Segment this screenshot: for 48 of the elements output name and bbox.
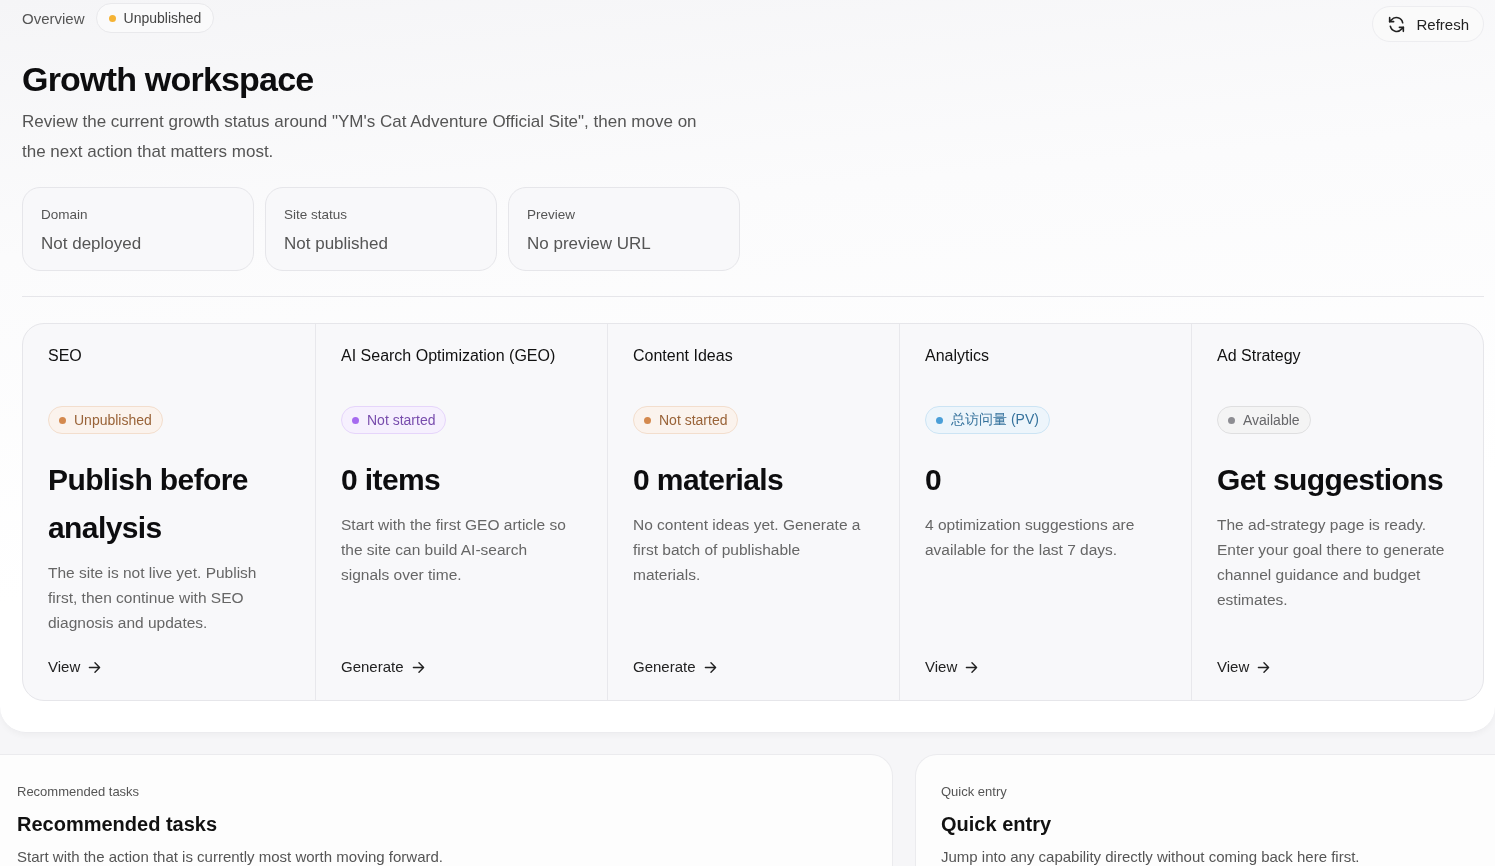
info-label: Domain <box>41 206 88 224</box>
module-title: AI Search Optimization (GEO) <box>341 346 557 366</box>
module-headline: 0 items <box>341 462 442 498</box>
info-label: Site status <box>284 206 348 224</box>
info-label: Preview <box>527 206 575 224</box>
module-description: The site is not live yet. Publish first, then continue with SEO diagnosis and updates. <box>48 563 258 633</box>
module-description: The ad-strategy page is ready. Enter your goal there to generate channel guidance and budget estimates. <box>1217 515 1446 610</box>
status-label: Not started <box>367 412 436 428</box>
page-description: Review the current growth status around "YM's Cat Adventure Official Site", then move on the next action that matters most. <box>22 111 698 163</box>
refresh-button[interactable]: Refresh <box>1372 6 1484 42</box>
status-label: 总访问量 (PV) <box>951 411 1039 429</box>
section-title: Recommended tasks <box>17 812 219 837</box>
info-value: No preview URL <box>527 234 651 254</box>
module-description: Start with the first GEO article so the site can build AI-search signals over time. <box>341 515 567 585</box>
module-description: 4 optimization suggestions are available for the last 7 days. <box>925 515 1136 560</box>
arrow-right-icon <box>88 660 102 674</box>
action-link[interactable]: View <box>1217 655 1271 679</box>
arrow-right-icon <box>703 660 717 674</box>
action-link[interactable]: View <box>48 655 102 679</box>
section-title: Quick entry <box>941 812 1053 837</box>
status-label: Not started <box>659 412 728 428</box>
status-label: Unpublished <box>74 412 152 428</box>
module-title: Content Ideas <box>633 346 734 366</box>
status-label: Available <box>1243 412 1300 428</box>
section-description: Start with the action that is currently most worth moving forward. <box>17 847 444 866</box>
module-title: Ad Strategy <box>1217 346 1302 366</box>
module-title: Analytics <box>925 346 991 366</box>
module-headline: 0 materials <box>633 462 785 498</box>
module-headline: Publish before analysis <box>48 462 249 546</box>
arrow-right-icon <box>411 660 425 674</box>
breadcrumb-label: Overview <box>22 9 85 27</box>
info-value: Not deployed <box>41 234 142 254</box>
module-headline: Get suggestions <box>1217 462 1445 498</box>
section-eyebrow: Recommended tasks <box>17 783 141 801</box>
page-title: Growth workspace <box>22 59 315 99</box>
module-title: SEO <box>48 346 83 366</box>
arrow-right-icon <box>965 660 979 674</box>
section-eyebrow: Quick entry <box>941 783 1008 801</box>
module-description: No content ideas yet. Generate a first batch of publishable materials. <box>633 515 862 585</box>
action-link[interactable]: Generate <box>341 655 425 679</box>
info-value: Not published <box>284 234 388 254</box>
status-label: Unpublished <box>123 10 202 26</box>
action-link[interactable]: Generate <box>633 655 717 679</box>
refresh-icon <box>1387 14 1407 34</box>
action-link[interactable]: View <box>925 655 979 679</box>
section-description: Jump into any capability directly without coming back here first. <box>941 847 1361 866</box>
module-headline: 0 <box>925 462 943 498</box>
arrow-right-icon <box>1257 660 1271 674</box>
